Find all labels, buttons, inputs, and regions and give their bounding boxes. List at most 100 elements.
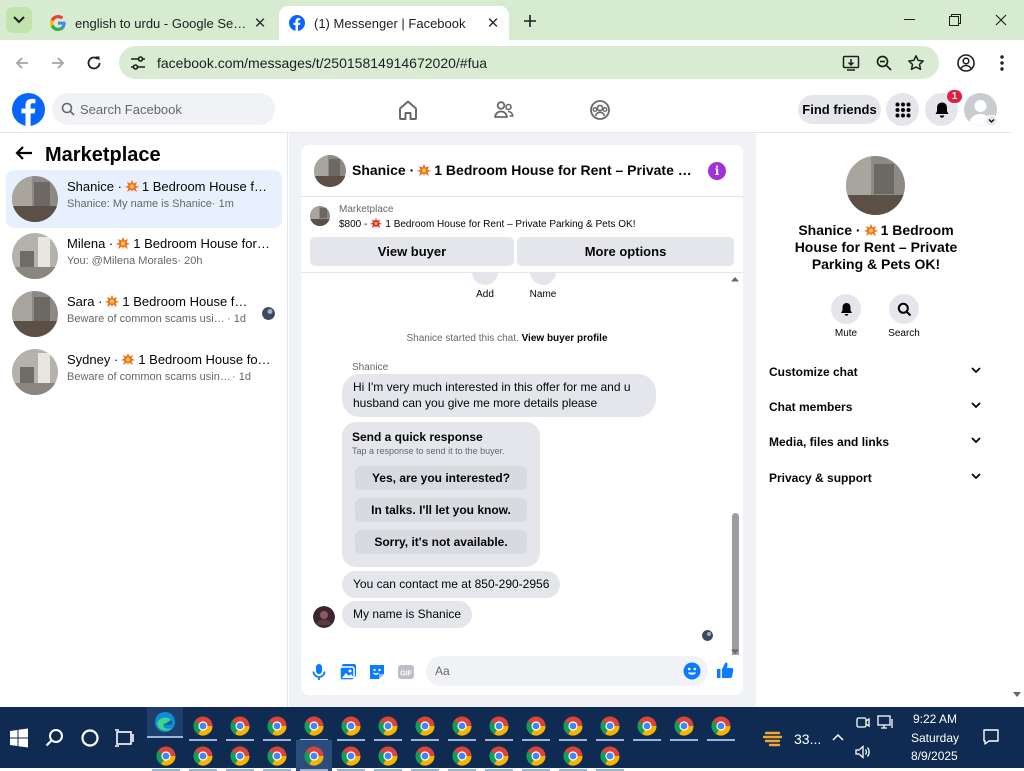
back-arrow-icon[interactable] — [14, 145, 34, 161]
chat-scrollbar[interactable] — [732, 513, 739, 655]
name-action[interactable]: Name — [518, 273, 568, 300]
chrome-taskbar-button[interactable] — [481, 710, 517, 741]
chrome-taskbar-button[interactable] — [555, 740, 591, 771]
thumbs-up-icon[interactable] — [715, 660, 735, 680]
clock-time[interactable]: 9:22 AM — [913, 712, 957, 726]
chrome-taskbar-button[interactable] — [333, 710, 369, 741]
forward-icon[interactable] — [45, 50, 71, 76]
reload-icon[interactable] — [81, 50, 107, 76]
weather-icon[interactable] — [762, 727, 788, 749]
more-options-button[interactable]: More options — [517, 237, 734, 266]
chrome-taskbar-button[interactable] — [148, 740, 184, 771]
view-buyer-profile-link[interactable]: View buyer profile — [522, 333, 608, 344]
clock-date[interactable]: 8/9/2025 — [911, 749, 958, 763]
chrome-taskbar-button[interactable] — [222, 710, 258, 741]
windows-start-icon[interactable] — [7, 726, 31, 750]
page-scroll-down-icon[interactable] — [1011, 690, 1023, 700]
chrome-taskbar-button[interactable] — [185, 710, 221, 741]
browser-menu-icon[interactable] — [989, 50, 1015, 76]
friends-icon[interactable] — [493, 99, 515, 121]
bookmark-star-icon[interactable] — [907, 54, 925, 72]
profile-icon[interactable] — [953, 50, 979, 76]
close-tab-icon[interactable]: ✕ — [483, 13, 503, 33]
gallery-icon[interactable] — [338, 662, 358, 682]
weather-temp[interactable]: 33... — [794, 731, 821, 747]
zoom-icon[interactable] — [875, 54, 893, 72]
message-bubble[interactable]: My name is Shanice — [342, 601, 473, 628]
listing-price-title[interactable]: $800 -1 Bedroom House for Rent – Private… — [339, 218, 635, 230]
address-bar[interactable]: facebook.com/messages/t/2501581491467202… — [119, 46, 939, 79]
quick-reply-button[interactable]: Sorry, it's not available. — [355, 530, 527, 554]
tab-search-button[interactable] — [6, 7, 32, 33]
chrome-taskbar-button[interactable] — [666, 710, 702, 741]
gif-icon[interactable]: GIF — [396, 662, 416, 682]
message-bubble[interactable]: Hi I'm very much interested in this offe… — [342, 374, 656, 417]
chrome-taskbar-button[interactable] — [629, 710, 665, 741]
network-icon[interactable] — [877, 714, 895, 730]
sender-avatar[interactable] — [313, 606, 335, 628]
emoji-icon[interactable] — [683, 662, 701, 680]
close-tab-icon[interactable]: ✕ — [250, 13, 270, 33]
clock-day[interactable]: Saturday — [911, 731, 959, 745]
chrome-taskbar-button[interactable] — [444, 710, 480, 741]
chrome-taskbar-button[interactable] — [555, 710, 591, 741]
conversation-item[interactable]: Sara ·1 Bedroom House for Rent – Private… — [6, 285, 282, 343]
chat-title[interactable]: Shanice · 1 Bedroom House for Rent – Priv… — [352, 162, 697, 178]
meet-now-icon[interactable] — [855, 714, 871, 730]
chevron-up-icon[interactable] — [830, 729, 846, 745]
privacy-support-section[interactable]: Privacy & support — [769, 468, 985, 488]
task-view-icon[interactable] — [113, 726, 137, 750]
microphone-icon[interactable] — [309, 662, 329, 682]
back-icon[interactable] — [9, 50, 35, 76]
home-icon[interactable] — [397, 99, 419, 121]
chrome-taskbar-button[interactable] — [407, 740, 443, 771]
quick-reply-button[interactable]: In talks. I'll let you know. — [355, 498, 527, 522]
chrome-taskbar-button[interactable] — [407, 710, 443, 741]
close-window-icon[interactable] — [978, 0, 1024, 40]
add-action[interactable]: Add — [460, 273, 510, 300]
chat-avatar[interactable] — [314, 155, 346, 187]
chrome-taskbar-button[interactable] — [444, 740, 480, 771]
edge-taskbar-button[interactable] — [147, 707, 183, 738]
groups-icon[interactable] — [589, 99, 611, 121]
view-buyer-button[interactable]: View buyer — [310, 237, 514, 266]
conversation-item[interactable]: Sydney ·1 Bedroom House for Rent – Priva… — [6, 343, 282, 401]
chat-members-section[interactable]: Chat members — [769, 397, 985, 417]
cortana-icon[interactable] — [78, 726, 102, 750]
chrome-taskbar-button[interactable] — [333, 740, 369, 771]
chrome-taskbar-button[interactable] — [481, 740, 517, 771]
chrome-taskbar-button[interactable] — [296, 740, 332, 771]
chrome-taskbar-button[interactable] — [185, 740, 221, 771]
install-app-icon[interactable] — [842, 54, 860, 72]
customize-chat-section[interactable]: Customize chat — [769, 362, 985, 382]
mute-action[interactable]: Mute — [821, 294, 871, 339]
chrome-taskbar-button[interactable] — [703, 710, 739, 741]
tab-google-search[interactable]: english to urdu - Google Search ✕ — [40, 6, 276, 40]
chrome-taskbar-button[interactable] — [370, 740, 406, 771]
new-tab-button[interactable] — [518, 9, 542, 33]
chevron-down-icon[interactable] — [986, 115, 997, 126]
sticker-icon[interactable] — [367, 662, 387, 682]
volume-icon[interactable] — [854, 744, 872, 760]
chrome-taskbar-button[interactable] — [259, 740, 295, 771]
message-input[interactable]: Aa — [426, 656, 708, 686]
conversation-item[interactable]: Milena ·1 Bedroom House for Rent – Priva… — [6, 227, 282, 285]
tab-messenger[interactable]: (1) Messenger | Facebook ✕ — [279, 6, 509, 40]
chrome-taskbar-button[interactable] — [222, 740, 258, 771]
listing-thumbnail[interactable] — [310, 206, 330, 226]
chrome-taskbar-button[interactable] — [296, 710, 332, 741]
facebook-logo-icon[interactable] — [12, 93, 45, 126]
quick-reply-button[interactable]: Yes, are you interested? — [355, 466, 527, 490]
notification-center-icon[interactable] — [981, 727, 1001, 747]
listing-avatar-large[interactable] — [846, 156, 905, 215]
minimize-icon[interactable] — [886, 0, 932, 40]
chrome-taskbar-button[interactable] — [259, 710, 295, 741]
info-icon[interactable]: i — [708, 162, 726, 180]
chrome-taskbar-button[interactable] — [518, 740, 554, 771]
chrome-taskbar-button[interactable] — [370, 710, 406, 741]
scroll-up-icon[interactable] — [730, 276, 740, 282]
conversation-item[interactable]: Shanice ·1 Bedroom House for Rent – Priv… — [6, 170, 282, 228]
menu-grid-button[interactable] — [886, 93, 919, 126]
restore-icon[interactable] — [932, 0, 978, 40]
find-friends-button[interactable]: Find friends — [798, 95, 881, 124]
